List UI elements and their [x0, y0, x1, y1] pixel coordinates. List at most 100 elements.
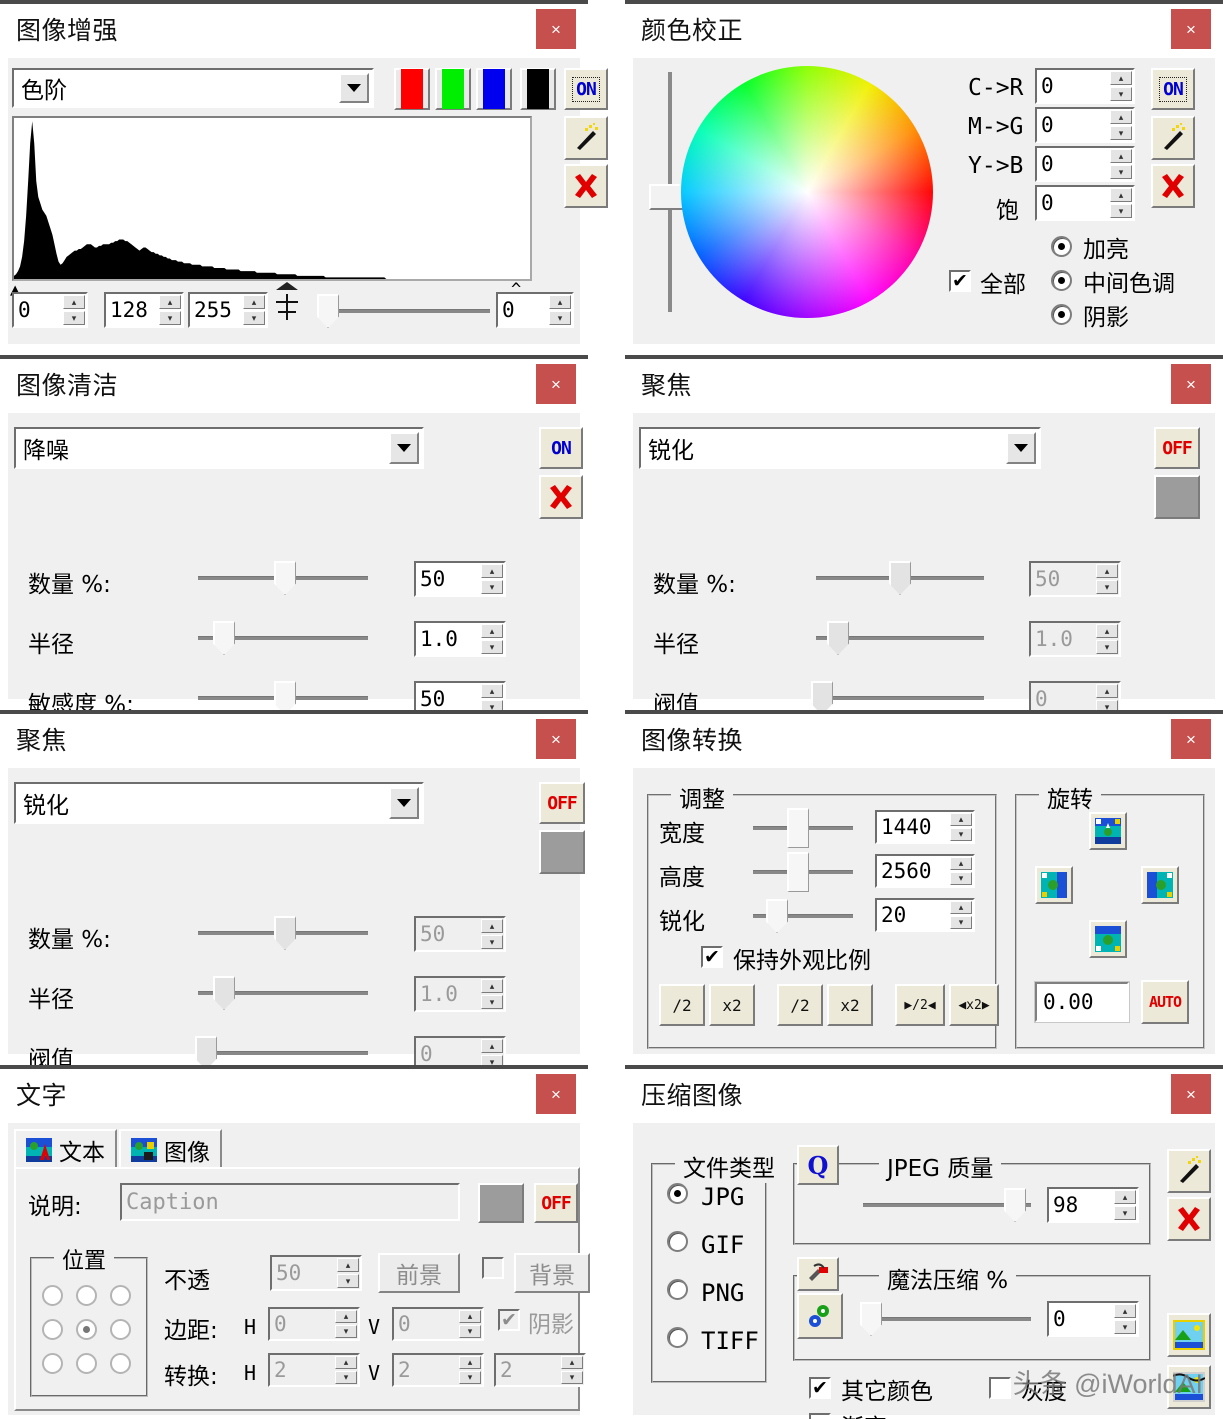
- scale-half-horizontal-button[interactable]: ▶/2◀: [895, 984, 945, 1026]
- tab-image[interactable]: 图像: [119, 1129, 222, 1169]
- opacity-spin[interactable]: 50 ▴ ▾: [270, 1255, 362, 1291]
- clean-amount-spin[interactable]: 50 ▴ ▾: [414, 561, 506, 597]
- clean-toggle-button[interactable]: ON: [539, 427, 583, 469]
- chevron-down-icon[interactable]: [1006, 432, 1036, 464]
- sharpen-slider[interactable]: [753, 898, 853, 934]
- sharpen-spin[interactable]: 20 ▴ ▾: [875, 898, 975, 932]
- gears-icon-button[interactable]: [797, 1293, 843, 1339]
- all-checkbox[interactable]: ✔: [949, 270, 971, 292]
- focus-radius-slider[interactable]: [816, 618, 984, 658]
- delete-button[interactable]: [1167, 1197, 1211, 1241]
- position-radio-1[interactable]: [76, 1285, 97, 1306]
- chevron-down-icon[interactable]: [339, 73, 369, 103]
- position-radio-6[interactable]: [42, 1353, 63, 1374]
- tab-text[interactable]: 文本: [14, 1129, 117, 1169]
- scale-half-vertical-button[interactable]: /2: [777, 984, 823, 1026]
- delete-button[interactable]: [564, 164, 608, 208]
- jpeg-quality-icon-button[interactable]: Q: [797, 1145, 839, 1185]
- chevron-down-icon[interactable]: [389, 787, 419, 819]
- focus-toggle-button[interactable]: OFF: [1154, 427, 1200, 469]
- rotate-right-button[interactable]: [1141, 866, 1179, 904]
- position-radio-7[interactable]: [76, 1353, 97, 1374]
- chevron-down-icon[interactable]: [389, 432, 419, 464]
- close-button[interactable]: ×: [536, 9, 576, 49]
- radio-shadow[interactable]: [1051, 304, 1072, 325]
- enhance-toggle-button[interactable]: ON: [564, 68, 608, 110]
- saturation-spin[interactable]: 0 ▴ ▾: [1035, 185, 1135, 221]
- focus-amount-slider[interactable]: [816, 558, 984, 598]
- radio-highlight[interactable]: [1051, 236, 1072, 257]
- enhance-mode-combo[interactable]: 色阶: [12, 68, 374, 108]
- focus-amount-spin[interactable]: 50 ▴ ▾: [414, 916, 506, 952]
- foreground-button[interactable]: 前景: [378, 1253, 460, 1293]
- rotate-flip-vertical-button[interactable]: [1089, 812, 1127, 850]
- color-toggle-button[interactable]: ON: [1151, 68, 1195, 110]
- caption-input[interactable]: Caption: [120, 1183, 460, 1221]
- gradient-checkbox[interactable]: [809, 1413, 831, 1419]
- text-toggle-button[interactable]: OFF: [534, 1183, 578, 1223]
- height-spin[interactable]: 2560 ▴ ▾: [875, 854, 975, 888]
- focus-radius-slider[interactable]: [198, 973, 368, 1013]
- delete-button[interactable]: [1151, 164, 1195, 208]
- height-slider[interactable]: [753, 852, 853, 892]
- midtone-spin[interactable]: 128 ▴ ▾: [104, 292, 184, 328]
- magic-compress-spin[interactable]: 0 ▴ ▾: [1047, 1301, 1139, 1337]
- width-slider[interactable]: [753, 808, 853, 848]
- preview-image-button[interactable]: [1167, 1313, 1211, 1357]
- c-r-spin[interactable]: 0 ▴ ▾: [1035, 68, 1135, 104]
- focus-color-swatch[interactable]: [1154, 475, 1200, 519]
- filetype-radio-gif[interactable]: [667, 1231, 688, 1252]
- rotate-flip-horizontal-button[interactable]: [1089, 920, 1127, 958]
- position-radio-5[interactable]: [110, 1319, 131, 1340]
- rotate-left-button[interactable]: [1035, 866, 1073, 904]
- scale-double-horizontal-button[interactable]: ◀x2▶: [949, 984, 999, 1026]
- convert-v-spin[interactable]: 2 ▴ ▾: [392, 1353, 484, 1387]
- position-radio-2[interactable]: [110, 1285, 131, 1306]
- convert-extra-spin[interactable]: 2 ▴ ▾: [494, 1353, 586, 1387]
- shadow-spin[interactable]: 0 ▴ ▾: [12, 292, 88, 328]
- magic-wand-button[interactable]: [564, 116, 608, 160]
- close-button[interactable]: ×: [536, 364, 576, 404]
- grayscale-checkbox[interactable]: [989, 1377, 1011, 1399]
- rotate-auto-button[interactable]: AUTO: [1141, 980, 1189, 1024]
- margin-h-spin[interactable]: 0 ▴ ▾: [268, 1307, 360, 1341]
- focus-color-swatch[interactable]: [539, 830, 585, 874]
- focus-amount-slider[interactable]: [198, 913, 368, 953]
- hammer-icon-button[interactable]: [797, 1257, 839, 1291]
- magic-wand-button[interactable]: [1151, 116, 1195, 160]
- convert-h-spin[interactable]: 2 ▴ ▾: [268, 1353, 360, 1387]
- close-button[interactable]: ×: [1171, 364, 1211, 404]
- filetype-radio-png[interactable]: [667, 1279, 688, 1300]
- focus-radius-spin[interactable]: 1.0 ▴ ▾: [414, 976, 506, 1012]
- position-radio-0[interactable]: [42, 1285, 63, 1306]
- close-button[interactable]: ×: [536, 1074, 576, 1114]
- margin-v-spin[interactable]: 0 ▴ ▾: [392, 1307, 484, 1341]
- position-radio-4[interactable]: [76, 1319, 97, 1340]
- delete-button[interactable]: [539, 475, 583, 519]
- magic-wand-button[interactable]: [1167, 1149, 1211, 1193]
- shadow-checkbox[interactable]: ✔: [498, 1309, 520, 1331]
- channel-swatch-green[interactable]: [435, 68, 471, 110]
- filetype-radio-jpg[interactable]: [667, 1183, 688, 1204]
- focus-amount-spin[interactable]: 50 ▴ ▾: [1029, 561, 1121, 597]
- scale-double-vertical-button[interactable]: x2: [827, 984, 873, 1026]
- other-colors-checkbox[interactable]: ✔: [809, 1377, 831, 1399]
- radio-midtone[interactable]: [1051, 270, 1072, 291]
- m-g-spin[interactable]: 0 ▴ ▾: [1035, 107, 1135, 143]
- text-color-swatch[interactable]: [478, 1183, 524, 1223]
- color-wheel[interactable]: [681, 66, 933, 318]
- scale-double-both-button[interactable]: x2: [709, 984, 755, 1026]
- jpeg-quality-slider[interactable]: [863, 1185, 1031, 1225]
- channel-swatch-black[interactable]: [520, 68, 556, 110]
- clean-radius-spin[interactable]: 1.0 ▴ ▾: [414, 621, 506, 657]
- clean-radius-slider[interactable]: [198, 618, 368, 658]
- rotate-angle-field[interactable]: 0.00: [1034, 981, 1130, 1023]
- scale-half-both-button[interactable]: /2: [659, 984, 705, 1026]
- enhance-extra-spin[interactable]: 0 ▴ ▾: [496, 292, 574, 328]
- jpeg-quality-spin[interactable]: 98 ▴ ▾: [1047, 1187, 1139, 1223]
- channel-swatch-red[interactable]: [394, 68, 430, 110]
- position-radio-8[interactable]: [110, 1353, 131, 1374]
- focus-mode-combo[interactable]: 锐化: [639, 427, 1041, 469]
- position-radio-3[interactable]: [42, 1319, 63, 1340]
- y-b-spin[interactable]: 0 ▴ ▾: [1035, 146, 1135, 182]
